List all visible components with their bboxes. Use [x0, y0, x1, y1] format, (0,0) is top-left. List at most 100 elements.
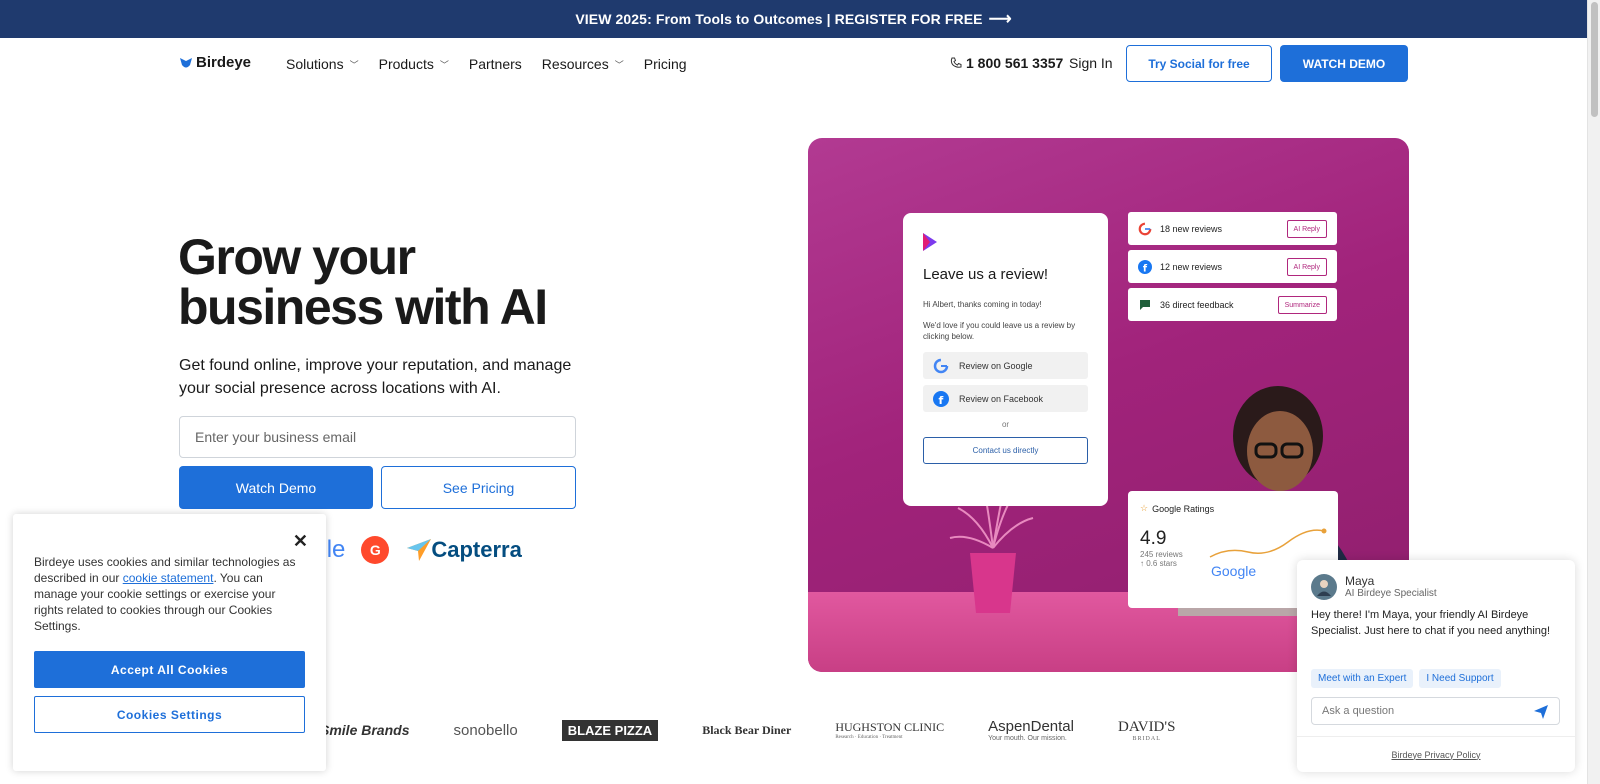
mini-card-label: 12 new reviews: [1160, 261, 1223, 272]
chat-agent-info: Maya AI Birdeye Specialist: [1345, 574, 1437, 600]
logo-hughston-tagline: Research · Education · Treatment: [835, 735, 903, 740]
chat-header: Maya AI Birdeye Specialist: [1311, 574, 1437, 600]
review-card-title: Leave us a review!: [923, 266, 1049, 283]
capterra-text: Capterra: [431, 537, 522, 562]
birdeye-logo[interactable]: Birdeye: [179, 54, 251, 71]
ai-reply-tag: AI Reply: [1286, 258, 1327, 276]
google-reviews-card: 18 new reviews AI Reply: [1128, 212, 1337, 245]
review-badges: ogle G Capterra: [300, 532, 522, 568]
capterra-arrow-icon: [407, 539, 432, 561]
birdeye-logo-icon: [180, 57, 192, 67]
chat-quick-replies: Meet with an Expert I Need Support: [1311, 669, 1501, 688]
cookies-settings-button[interactable]: Cookies Settings: [34, 696, 305, 733]
page-scrollbar[interactable]: [1587, 0, 1600, 784]
nav-label: Resources: [541, 56, 609, 72]
logo-sonobello: sonobello: [453, 721, 518, 739]
business-email-input[interactable]: Enter your business email: [179, 416, 576, 458]
review-request-card: Leave us a review! Hi Albert, thanks com…: [903, 213, 1108, 506]
announcement-text[interactable]: VIEW 2025: From Tools to Outcomes | REGI…: [575, 11, 982, 27]
nav-item-partners[interactable]: Partners: [469, 56, 522, 72]
cookie-statement-link[interactable]: cookie statement: [123, 571, 214, 585]
watch-demo-nav-button[interactable]: WATCH DEMO: [1280, 45, 1408, 82]
google-button-label: Review on Google: [959, 360, 1033, 371]
chat-message: Hey there! I'm Maya, your friendly AI Bi…: [1311, 609, 1551, 637]
logo-davids-bridal: DAVID'S BRIDAL: [1118, 719, 1175, 742]
facebook-icon: f: [933, 390, 949, 407]
contact-directly-button: Contact us directly: [923, 437, 1088, 464]
chat-widget: Maya AI Birdeye Specialist Hey there! I'…: [1297, 560, 1575, 772]
facebook-button-label: Review on Facebook: [959, 393, 1044, 404]
need-support-chip[interactable]: I Need Support: [1419, 669, 1501, 688]
logo-black-bear-diner: Black Bear Diner: [702, 722, 792, 737]
g2-badge: G: [361, 536, 390, 564]
hero-title: Grow your business with AI: [178, 229, 548, 335]
chat-agent-role: AI Birdeye Specialist: [1345, 588, 1437, 599]
cookie-text: Birdeye uses cookies and similar technol…: [34, 554, 305, 634]
google-wordmark: Google: [1211, 563, 1257, 579]
logo-hughston-name: HUGHSTON CLINIC: [835, 720, 945, 734]
capterra-badge: Capterra: [407, 537, 522, 563]
cookie-consent-banner: ✕ Birdeye uses cookies and similar techn…: [13, 514, 326, 771]
chat-agent-name: Maya: [1345, 574, 1375, 588]
watch-demo-button[interactable]: Watch Demo: [179, 466, 373, 509]
announcement-banner[interactable]: VIEW 2025: From Tools to Outcomes | REGI…: [0, 0, 1587, 38]
person-icon: [1317, 580, 1331, 596]
review-on-facebook-button: f Review on Facebook: [923, 385, 1088, 412]
nav-label: Products: [378, 56, 434, 72]
birdeye-mark-icon: [923, 233, 937, 251]
svg-text:f: f: [939, 394, 944, 407]
logo-aspen-name: AspenDental: [988, 718, 1074, 735]
logo-aspen-tagline: Your mouth. Our mission.: [988, 735, 1067, 742]
logo-aspen-dental: AspenDental Your mouth. Our mission.: [988, 718, 1074, 742]
chevron-down-icon: ﹀: [349, 59, 359, 70]
star-icon: ☆: [1140, 503, 1149, 513]
chevron-down-icon: ﹀: [439, 59, 449, 70]
logo-davids-tagline: BRIDAL: [1132, 735, 1161, 742]
review-card-body: We'd love if you could leave us a review…: [923, 321, 1076, 341]
send-icon[interactable]: [1533, 704, 1549, 720]
nav-menu: Solutions ﹀ Products ﹀ Partners Resources ﹀…: [286, 38, 707, 90]
chat-input-placeholder: Ask a question: [1322, 705, 1395, 717]
customer-logos: Smile Brands sonobello BLAZE PIZZA Black…: [320, 712, 1219, 748]
hero-subtitle: Get found online, improve your reputatio…: [179, 357, 572, 397]
nav-item-solutions[interactable]: Solutions ﹀: [286, 56, 359, 72]
see-pricing-button[interactable]: See Pricing: [381, 466, 576, 509]
or-divider: or: [1001, 420, 1010, 429]
phone-link[interactable]: 1 800 561 3357: [950, 55, 1063, 71]
nav-label: Partners: [468, 56, 522, 72]
ratings-title: ☆ Google Ratings: [1140, 503, 1326, 514]
accept-all-cookies-button[interactable]: Accept All Cookies: [34, 651, 305, 688]
main-navigation: Birdeye Solutions ﹀ Products ﹀ Partners Re…: [0, 38, 1587, 90]
facebook-reviews-card: f 12 new reviews AI Reply: [1128, 250, 1337, 283]
try-social-button[interactable]: Try Social for free: [1126, 45, 1272, 82]
direct-feedback-card: 36 direct feedback Summarize: [1128, 288, 1337, 321]
chat-question-input[interactable]: Ask a question: [1311, 697, 1560, 725]
hero-title-line: Grow your: [178, 229, 416, 285]
facebook-icon: f: [1138, 259, 1152, 274]
nav-item-pricing[interactable]: Pricing: [644, 56, 687, 72]
ai-reply-tag: AI Reply: [1286, 220, 1327, 238]
mini-card-label: 18 new reviews: [1160, 223, 1223, 234]
review-on-google-button: Review on Google: [923, 352, 1088, 379]
hero-title-line: business with AI: [178, 279, 548, 335]
scrollbar-thumb[interactable]: [1591, 2, 1598, 117]
logo-smile-brands: Smile Brands: [320, 722, 410, 738]
signin-link[interactable]: Sign In: [1069, 55, 1113, 71]
nav-label: Solutions: [286, 56, 344, 72]
nav-label: Pricing: [643, 56, 687, 72]
nav-item-products[interactable]: Products ﹀: [379, 56, 449, 72]
avatar: [1311, 574, 1337, 600]
chat-privacy-policy-link[interactable]: Birdeye Privacy Policy: [1297, 736, 1575, 772]
close-icon[interactable]: ✕: [293, 531, 308, 552]
phone-number: 1 800 561 3357: [966, 55, 1064, 71]
nav-item-resources[interactable]: Resources ﹀: [542, 56, 624, 72]
logo-text: Birdeye: [196, 54, 252, 71]
message-icon: [1138, 298, 1152, 312]
mini-card-label: 36 direct feedback: [1160, 299, 1234, 310]
meet-expert-chip[interactable]: Meet with an Expert: [1311, 669, 1414, 688]
logo-hughston-clinic: HUGHSTON CLINIC Research · Education · T…: [835, 720, 944, 740]
ratings-title-text: Google Ratings: [1152, 503, 1215, 514]
review-card-greeting: Hi Albert, thanks coming in today!: [923, 300, 1042, 309]
logo-davids-name: DAVID'S: [1118, 718, 1176, 735]
google-icon: [933, 358, 949, 374]
